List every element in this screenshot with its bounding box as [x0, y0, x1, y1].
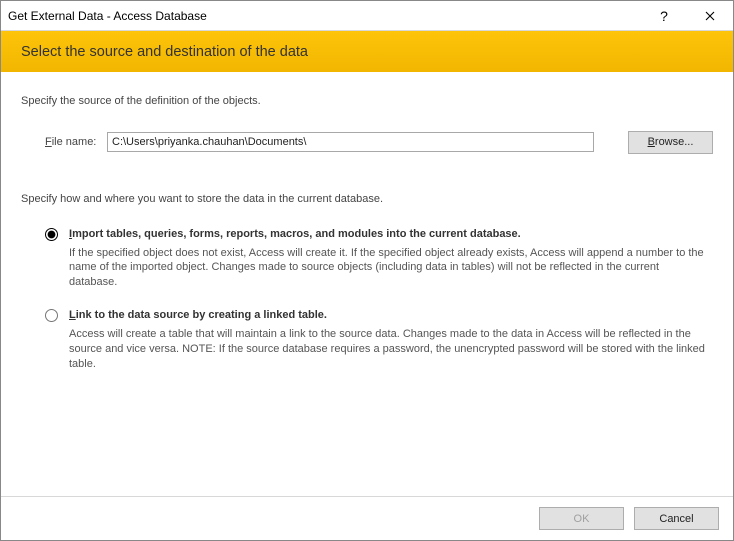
source-instruction: Specify the source of the definition of … — [21, 94, 713, 109]
option-link-title: Link to the data source by creating a li… — [69, 308, 705, 323]
titlebar: Get External Data - Access Database ? — [1, 1, 733, 31]
file-name-label: File name: — [45, 135, 107, 150]
help-button[interactable]: ? — [641, 1, 687, 31]
footer: OK Cancel — [1, 496, 733, 540]
content-area: Specify the source of the definition of … — [1, 72, 733, 496]
cancel-button[interactable]: Cancel — [634, 507, 719, 530]
ok-button[interactable]: OK — [539, 507, 624, 530]
radio-link[interactable] — [45, 309, 58, 322]
option-import-title: Import tables, queries, forms, reports, … — [69, 227, 705, 242]
close-button[interactable] — [687, 1, 733, 31]
banner: Select the source and destination of the… — [1, 31, 733, 72]
option-import[interactable]: Import tables, queries, forms, reports, … — [45, 227, 713, 290]
dialog-window: Get External Data - Access Database ? Se… — [0, 0, 734, 541]
window-title: Get External Data - Access Database — [8, 9, 641, 23]
store-instruction: Specify how and where you want to store … — [21, 192, 713, 207]
browse-button[interactable]: Browse... — [628, 131, 713, 154]
option-import-desc: If the specified object does not exist, … — [69, 246, 705, 291]
file-name-input[interactable] — [107, 132, 594, 152]
close-icon — [705, 11, 715, 21]
file-row: File name: Browse... — [45, 131, 713, 154]
banner-heading: Select the source and destination of the… — [21, 44, 308, 60]
option-link[interactable]: Link to the data source by creating a li… — [45, 308, 713, 371]
option-link-desc: Access will create a table that will mai… — [69, 327, 705, 372]
radio-import[interactable] — [45, 228, 58, 241]
